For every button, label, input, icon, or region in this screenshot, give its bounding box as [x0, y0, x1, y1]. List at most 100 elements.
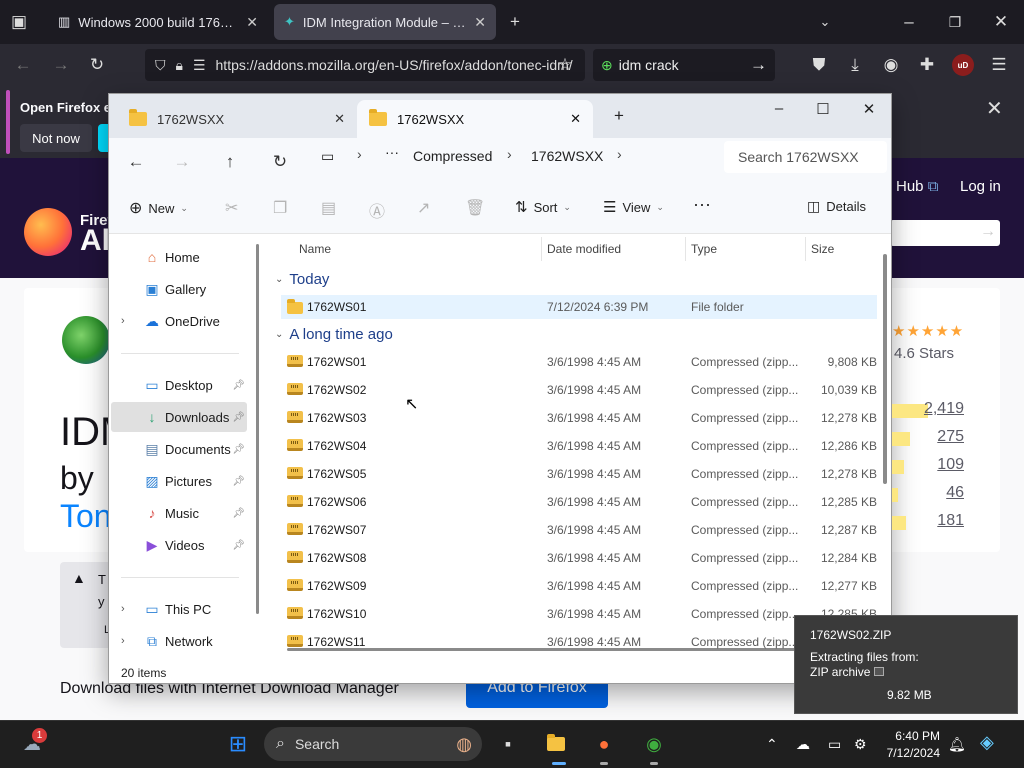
start-icon[interactable]: ⊞ — [224, 730, 252, 758]
rating-row[interactable]: 46 — [892, 484, 972, 504]
chevron-right-icon[interactable]: › — [121, 315, 125, 327]
explorer-search-input[interactable]: Search 1762WSXX — [724, 141, 887, 173]
new-tab-icon[interactable]: + — [504, 11, 526, 33]
back-icon[interactable]: ← — [12, 54, 34, 76]
restore-icon[interactable]: ❐ — [944, 11, 966, 33]
refresh-icon[interactable]: ↻ — [269, 152, 291, 172]
sidebar-item-downloads[interactable]: ↓ Downloads 📌︎ — [111, 402, 247, 432]
chevron-down-icon[interactable]: ⌄ — [814, 11, 836, 33]
addon-author-link[interactable]: Ton — [60, 498, 112, 535]
more-locations-icon[interactable]: ··· — [385, 144, 399, 160]
clock-date[interactable]: 7/12/2024 — [866, 746, 940, 760]
close-icon[interactable]: ✕ — [334, 111, 345, 127]
new-tab-icon[interactable]: + — [607, 106, 631, 126]
group-header-older[interactable]: ⌄ A long time ago — [275, 326, 393, 343]
navigation-scrollbar[interactable] — [256, 244, 259, 614]
sidebar-item-this-pc[interactable]: › ▭ This PC — [111, 594, 247, 624]
table-row[interactable]: 1762WS01 7/12/2024 6:39 PM File folder — [281, 295, 877, 319]
more-options-icon[interactable]: ··· — [693, 194, 711, 215]
search-go-icon[interactable]: → — [980, 223, 996, 241]
downloads-icon[interactable]: ⤓ — [844, 54, 866, 76]
sidebar-item-onedrive[interactable]: › ☁ OneDrive — [111, 306, 247, 336]
copilot-icon[interactable]: ◈ — [980, 732, 994, 753]
network-off-icon[interactable]: ☁ — [796, 736, 810, 753]
column-type[interactable]: Type — [691, 242, 717, 256]
close-icon[interactable]: ✕ — [570, 111, 581, 127]
taskbar-search[interactable]: ⌕ Search ◍ — [264, 727, 482, 761]
table-row[interactable]: 1762WS05 3/6/1998 4:45 AM Compressed (zipp… — [281, 462, 877, 486]
sidebar-item-pictures[interactable]: ▨ Pictures 📌︎ — [111, 466, 247, 496]
chevron-right-icon[interactable]: › — [121, 603, 125, 615]
menu-icon[interactable]: ☰ — [988, 54, 1010, 76]
search-bar[interactable]: ⊕ idm crack → — [593, 49, 775, 81]
view-button[interactable]: ☰ View ⌄ — [603, 198, 664, 216]
hub-label[interactable]: Hub — [896, 178, 924, 195]
new-button[interactable]: ⊕ New ⌄ — [129, 198, 188, 218]
sidebar-item-home[interactable]: ⌂ Home — [111, 242, 247, 272]
chevron-right-icon[interactable]: › — [617, 146, 622, 162]
copy-icon[interactable]: ❐ — [273, 198, 287, 218]
up-icon[interactable]: ↑ — [219, 152, 241, 172]
table-row[interactable]: 1762WS04 3/6/1998 4:45 AM Compressed (zipp… — [281, 434, 877, 458]
rename-icon[interactable]: Ⓐ — [369, 198, 385, 222]
table-row[interactable]: 1762WS06 3/6/1998 4:45 AM Compressed (zipp… — [281, 490, 877, 514]
breadcrumb-current[interactable]: 1762WSXX — [531, 148, 603, 164]
url-text[interactable]: https://addons.mozilla.org/en-US/firefox… — [216, 57, 573, 73]
chevron-up-icon[interactable]: ⌃ — [766, 736, 778, 753]
account-icon[interactable]: ◉ — [880, 54, 902, 76]
search-go-icon[interactable]: → — [750, 55, 767, 75]
delete-icon[interactable]: 🗑︎ — [465, 198, 485, 218]
rating-count-link[interactable]: 46 — [946, 484, 964, 502]
pocket-icon[interactable]: ⛊ — [808, 54, 830, 76]
bookmark-star-icon[interactable]: ☆ — [554, 54, 576, 76]
table-row[interactable]: 1762WS09 3/6/1998 4:45 AM Compressed (zipp… — [281, 574, 877, 598]
rating-count-link[interactable]: 2,419 — [924, 400, 964, 418]
column-name[interactable]: Name — [299, 242, 331, 256]
column-divider[interactable] — [541, 237, 542, 261]
column-divider[interactable] — [805, 237, 806, 261]
firefox-logo-icon[interactable] — [24, 208, 72, 256]
close-icon[interactable]: ✕ — [474, 14, 486, 31]
close-window-icon[interactable]: ✕ — [857, 100, 881, 118]
close-window-icon[interactable]: ✕ — [990, 11, 1012, 33]
url-bar[interactable]: ⛉ 🔒︎ ☰ https://addons.mozilla.org/en-US/… — [145, 49, 585, 81]
ublock-icon[interactable]: uD — [952, 54, 974, 76]
display-icon[interactable]: ▭ — [828, 736, 841, 753]
rating-row[interactable]: 181 — [892, 512, 972, 532]
minimize-icon[interactable]: – — [898, 11, 920, 33]
shield-icon[interactable]: ⛉ — [155, 57, 166, 74]
rating-count-link[interactable]: 275 — [937, 428, 964, 446]
rating-row[interactable]: 2,419 — [892, 400, 972, 420]
table-row[interactable]: 1762WS02 3/6/1998 4:45 AM Compressed (zipp… — [281, 378, 877, 402]
not-now-button[interactable]: Not now — [20, 124, 92, 152]
bell-icon[interactable]: 🔔︎ — [948, 736, 966, 753]
sidebar-item-music[interactable]: ♪ Music 📌︎ — [111, 498, 247, 528]
file-explorer-taskbar-icon[interactable] — [542, 730, 570, 758]
chevron-right-icon[interactable]: › — [507, 146, 512, 162]
back-icon[interactable]: ← — [125, 152, 147, 172]
forward-icon[interactable]: → — [50, 54, 72, 76]
breadcrumb-compressed[interactable]: Compressed — [413, 148, 492, 164]
sidebar-item-videos[interactable]: ▶ Videos 📌︎ — [111, 530, 247, 560]
hub-link[interactable]: Hub ⧉ — [896, 178, 938, 195]
rating-count-link[interactable]: 181 — [937, 512, 964, 530]
vertical-scrollbar[interactable] — [883, 254, 887, 484]
table-row[interactable]: 1762WS11 3/6/1998 4:45 AM Compressed (zipp… — [281, 630, 877, 654]
group-header-today[interactable]: ⌄ Today — [275, 271, 329, 288]
firefox-taskbar-icon[interactable]: ● — [590, 730, 618, 758]
table-row[interactable]: 1762WS10 3/6/1998 4:45 AM Compressed (zipp… — [281, 602, 877, 626]
permissions-icon[interactable]: ☰ — [193, 57, 206, 74]
table-row[interactable]: 1762WS07 3/6/1998 4:45 AM Compressed (zipp… — [281, 518, 877, 542]
table-row[interactable]: 1762WS01 3/6/1998 4:45 AM Compressed (zipp… — [281, 350, 877, 374]
maximize-icon[interactable]: ☐ — [811, 100, 835, 118]
chevron-right-icon[interactable]: › — [357, 146, 362, 162]
idm-taskbar-icon[interactable]: ◉ — [640, 730, 668, 758]
share-icon[interactable]: ↗ — [417, 198, 430, 218]
extensions-icon[interactable]: ✚ — [916, 54, 938, 76]
sidebar-item-documents[interactable]: ▤ Documents 📌︎ — [111, 434, 247, 464]
column-divider[interactable] — [685, 237, 686, 261]
browser-tab-2[interactable]: ✦ IDM Integration Module – Get this ✕ — [274, 4, 496, 40]
accessibility-icon[interactable]: ⚙ — [854, 736, 867, 753]
reload-icon[interactable]: ↻ — [86, 54, 108, 76]
clock-time[interactable]: 6:40 PM — [866, 729, 940, 743]
